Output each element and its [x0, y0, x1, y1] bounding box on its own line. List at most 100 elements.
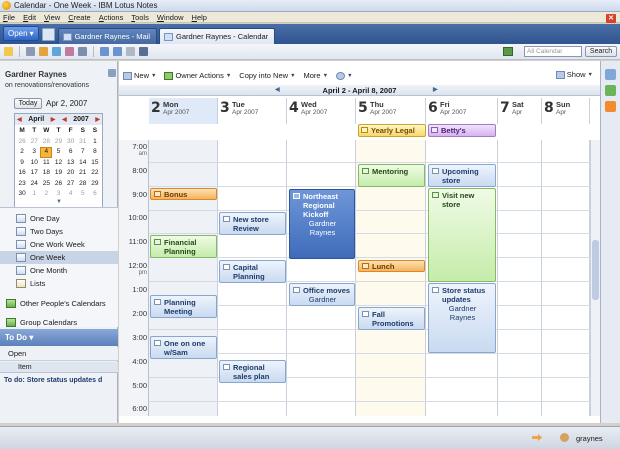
day-column-mon[interactable]	[149, 140, 218, 416]
mini-calendar-day[interactable]: 5	[52, 147, 64, 158]
event-fall-promotions[interactable]: Fall Promotions	[358, 307, 425, 330]
view-two-days[interactable]: Two Days	[0, 225, 118, 238]
day-at-a-glance-icon[interactable]	[605, 85, 616, 96]
prev-month-icon[interactable]: ◀	[17, 116, 22, 123]
feeds-icon[interactable]	[605, 101, 616, 112]
previous-week-icon[interactable]: ◀	[275, 85, 280, 96]
event-financial-planning[interactable]: Financial Planning	[150, 235, 217, 258]
mini-calendar-day[interactable]: 11	[40, 158, 52, 169]
day-column-sat[interactable]	[498, 140, 542, 416]
other-peoples-calendars[interactable]: Other People's Calendars	[0, 296, 118, 311]
collapse-arrow-icon[interactable]: ▼	[55, 199, 63, 205]
forward-nav-icon[interactable]	[113, 47, 122, 56]
mini-calendar-day[interactable]: 28	[77, 179, 89, 190]
search-input[interactable]: All Calendar	[524, 46, 582, 57]
mini-calendar-day[interactable]: 29	[89, 179, 101, 190]
online-status-icon[interactable]	[560, 433, 569, 442]
menu-edit[interactable]: Edit	[23, 13, 36, 22]
new-button[interactable]: New ▼	[123, 71, 156, 80]
mini-calendar-day[interactable]: 20	[65, 168, 77, 179]
replicate-icon[interactable]	[78, 47, 87, 56]
mini-calendar-day[interactable]: 31	[77, 137, 89, 148]
next-year-icon[interactable]: ▶	[95, 116, 100, 123]
event-northeast-regional-kickoff[interactable]: Northeast Regional Kickoff Gardner Rayne…	[289, 189, 355, 259]
replication-arrow-icon[interactable]	[532, 434, 542, 441]
view-lists[interactable]: Lists	[0, 277, 118, 290]
event-visit-new-store[interactable]: Visit new store	[428, 188, 496, 282]
tab-calendar[interactable]: Gardner Raynes - Calendar	[159, 28, 276, 44]
view-one-work-week[interactable]: One Work Week	[0, 238, 118, 251]
event-planning-meeting[interactable]: Planning Meeting	[150, 295, 217, 318]
owner-actions-button[interactable]: Owner Actions ▼	[164, 71, 231, 80]
sametime-icon[interactable]	[605, 69, 616, 80]
more-button[interactable]: More ▼	[304, 71, 329, 80]
mini-calendar-day[interactable]: 12	[52, 158, 64, 169]
mini-calendar-day[interactable]: 27	[65, 179, 77, 190]
event-one-on-one[interactable]: One on one w/Sam	[150, 336, 217, 359]
mini-calendar-day[interactable]: 21	[77, 168, 89, 179]
tab-mail[interactable]: Gardner Raynes - Mail	[57, 28, 158, 44]
bookmark-icon[interactable]	[126, 47, 135, 56]
todo-item[interactable]: To do: Store status updates d	[0, 375, 118, 386]
day-header-sun[interactable]: 8 Sun Apr	[542, 98, 590, 124]
today-button[interactable]: Today	[14, 98, 42, 109]
mini-calendar-day[interactable]: 26	[16, 137, 28, 148]
day-header-fri[interactable]: 6 Fri Apr 2007	[426, 98, 498, 124]
mini-calendar-day[interactable]: 19	[52, 168, 64, 179]
view-one-month[interactable]: One Month	[0, 264, 118, 277]
mini-calendar-day[interactable]: 2	[40, 189, 52, 200]
mini-calendar-day[interactable]: 3	[52, 189, 64, 200]
find-button[interactable]: ▼	[336, 71, 353, 80]
mini-calendar-day[interactable]: 14	[77, 158, 89, 169]
mini-calendar-day[interactable]: 1	[28, 189, 40, 200]
mini-calendar-day[interactable]: 5	[77, 189, 89, 200]
forward-icon[interactable]	[39, 47, 48, 56]
menu-file[interactable]: File	[3, 13, 15, 22]
mini-calendar-day[interactable]: 16	[16, 168, 28, 179]
menu-create[interactable]: Create	[68, 13, 91, 22]
mini-calendar-day[interactable]: 17	[28, 168, 40, 179]
menu-window[interactable]: Window	[157, 13, 184, 22]
mini-calendar-day[interactable]: 24	[28, 179, 40, 190]
view-one-week[interactable]: One Week	[0, 251, 118, 264]
day-header-thu[interactable]: 5 Thu Apr 2007	[356, 98, 426, 124]
mini-calendar-day[interactable]: 28	[40, 137, 52, 148]
group-calendars[interactable]: Group Calendars	[0, 315, 118, 330]
mini-calendar-day[interactable]: 30	[65, 137, 77, 148]
binoculars-icon[interactable]	[139, 47, 148, 56]
menu-actions[interactable]: Actions	[99, 13, 124, 22]
mini-calendar-day[interactable]: 9	[16, 158, 28, 169]
mini-calendar-day[interactable]: 22	[89, 168, 101, 179]
mini-calendar-day[interactable]: 18	[40, 168, 52, 179]
workspace-icon[interactable]	[41, 28, 55, 41]
mini-calendar-day[interactable]: 2	[16, 147, 28, 158]
event-store-status-updates[interactable]: Store status updates Gardner Raynes	[428, 283, 496, 353]
mini-calendar-day[interactable]: 30	[16, 189, 28, 200]
mini-calendar-day[interactable]: 1	[89, 137, 101, 148]
mini-calendar-day[interactable]: 26	[52, 179, 64, 190]
mini-calendar-day[interactable]: 7	[77, 147, 89, 158]
scrollbar-thumb[interactable]	[592, 240, 599, 300]
refresh-icon[interactable]	[52, 47, 61, 56]
mini-calendar-day[interactable]: 29	[52, 137, 64, 148]
event-upcoming-store[interactable]: Upcoming store	[428, 164, 496, 187]
vertical-scrollbar[interactable]	[590, 140, 600, 416]
new-memo-icon[interactable]	[4, 47, 13, 56]
mini-calendar-day[interactable]: 15	[89, 158, 101, 169]
menu-tools[interactable]: Tools	[131, 13, 149, 22]
menu-help[interactable]: Help	[192, 13, 207, 22]
search-button[interactable]: Search	[585, 46, 617, 57]
calendar-scope-icon[interactable]	[503, 47, 513, 56]
event-mentoring[interactable]: Mentoring	[358, 164, 425, 187]
day-header-mon[interactable]: 2 Mon Apr 2007	[149, 98, 218, 124]
mini-calendar-day[interactable]: 6	[89, 189, 101, 200]
prev-year-icon[interactable]: ◀	[62, 116, 67, 123]
event-office-moves[interactable]: Office moves Gardner	[289, 283, 355, 306]
mini-calendar-day[interactable]: 23	[16, 179, 28, 190]
print-icon[interactable]	[26, 47, 35, 56]
menu-view[interactable]: View	[44, 13, 60, 22]
day-header-tue[interactable]: 3 Tue Apr 2007	[218, 98, 287, 124]
mini-calendar-day[interactable]: 3	[28, 147, 40, 158]
back-icon[interactable]	[100, 47, 109, 56]
mini-calendar-day[interactable]: 25	[40, 179, 52, 190]
